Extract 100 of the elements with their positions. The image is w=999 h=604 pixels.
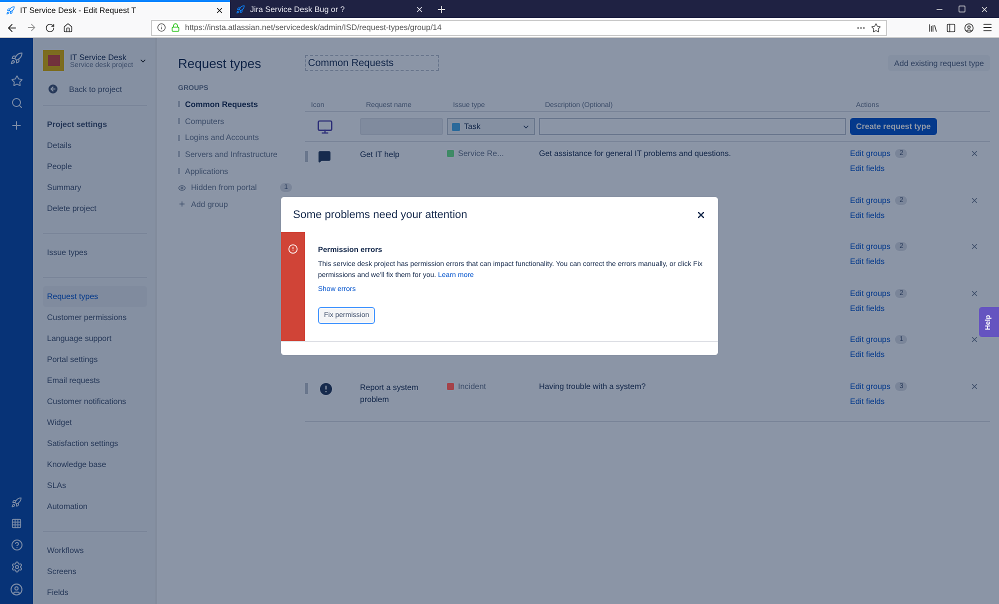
- request-name: Report a system problem: [360, 382, 420, 406]
- monitor-icon[interactable]: [317, 118, 333, 134]
- add-existing-button[interactable]: Add existing request type: [888, 55, 990, 71]
- delete-button[interactable]: [970, 242, 980, 252]
- home-icon[interactable]: [63, 22, 73, 32]
- edit-groups-link[interactable]: Edit groups: [850, 149, 890, 158]
- edit-fields-link[interactable]: Edit fields: [850, 164, 965, 173]
- request-name: Get IT help: [360, 149, 400, 161]
- checkbox-icon: [452, 122, 460, 130]
- drag-handle-icon: [178, 151, 180, 158]
- sidebar-item[interactable]: Workflows: [43, 540, 148, 561]
- star-icon[interactable]: [10, 75, 22, 87]
- library-icon[interactable]: [928, 22, 938, 32]
- plus-icon: [178, 200, 186, 208]
- add-group-link[interactable]: Add group: [178, 196, 292, 213]
- help-icon[interactable]: [10, 539, 22, 551]
- drag-handle-icon: [305, 383, 308, 394]
- chat-icon: [318, 150, 331, 162]
- back-icon[interactable]: [6, 22, 18, 34]
- sidebar-item[interactable]: Language support: [43, 328, 148, 349]
- account-icon[interactable]: [964, 22, 974, 32]
- sidebar-item[interactable]: Details: [43, 135, 148, 156]
- edit-groups-link[interactable]: Edit groups: [850, 288, 890, 298]
- avatar-icon[interactable]: [10, 583, 23, 596]
- new-tab-icon[interactable]: [436, 4, 447, 14]
- sidebar-item[interactable]: Request types: [43, 286, 148, 307]
- back-icon: [47, 83, 59, 95]
- drag-handle-icon: [178, 101, 180, 108]
- close-button[interactable]: [696, 210, 706, 220]
- bookmark-icon[interactable]: [871, 22, 881, 32]
- edit-fields-link[interactable]: Edit fields: [850, 350, 965, 359]
- address-bar[interactable]: https://insta.atlassian.net/servicedesk/admin/ISD/request-types/group/14: [151, 20, 887, 36]
- group-item[interactable]: Logins and Accounts: [178, 129, 292, 146]
- sidebar-item[interactable]: Summary: [43, 177, 148, 198]
- edit-groups-link[interactable]: Edit groups: [850, 242, 890, 251]
- delete-button[interactable]: [970, 288, 980, 298]
- settings-icon[interactable]: [10, 561, 22, 573]
- edit-groups-link[interactable]: Edit groups: [850, 335, 890, 344]
- issue-type: Service Re...: [447, 149, 539, 158]
- search-icon[interactable]: [10, 97, 22, 109]
- sidebar-item[interactable]: People: [43, 156, 148, 177]
- browser-tab[interactable]: IT Service Desk - Edit Request T: [0, 0, 230, 18]
- delete-button[interactable]: [970, 382, 980, 392]
- sidebar-item[interactable]: Email requests: [43, 370, 148, 391]
- sidebar-item[interactable]: Portal settings: [43, 349, 148, 370]
- issue-type-select[interactable]: Task: [447, 118, 535, 135]
- delete-button[interactable]: [970, 196, 980, 206]
- menu-icon[interactable]: [982, 22, 993, 33]
- sidebar-item[interactable]: Satisfaction settings: [43, 433, 148, 454]
- grid-icon[interactable]: [11, 518, 22, 529]
- page-title: Request types: [178, 56, 262, 71]
- eye-icon: [178, 184, 186, 192]
- sidebar-item[interactable]: SLAs: [43, 475, 148, 496]
- edit-fields-link[interactable]: Edit fields: [850, 304, 965, 312]
- plus-icon[interactable]: [10, 119, 23, 132]
- sidebar-item[interactable]: Fields: [43, 582, 148, 603]
- sidebar-item[interactable]: Delete project: [43, 198, 148, 219]
- edit-fields-link[interactable]: Edit fields: [850, 257, 965, 266]
- group-name-field[interactable]: Common Requests: [305, 55, 439, 71]
- error-icon: [288, 244, 298, 254]
- edit-fields-link[interactable]: Edit fields: [850, 210, 965, 220]
- sidebar-item[interactable]: Knowledge base: [43, 454, 148, 475]
- sidebar-item[interactable]: Customer notifications: [43, 391, 148, 412]
- sidebar-item[interactable]: Widget: [43, 412, 148, 433]
- logo-icon[interactable]: [10, 52, 23, 65]
- rocket-icon[interactable]: [11, 497, 22, 508]
- description: Having trouble with a system?: [539, 382, 647, 390]
- sidebar-icon[interactable]: [946, 22, 956, 32]
- delete-button[interactable]: [970, 149, 980, 159]
- sidebar-item[interactable]: Customer permissions: [43, 307, 148, 328]
- alert-icon: [318, 380, 334, 396]
- drag-handle-icon: [305, 150, 308, 162]
- drag-handle-icon: [178, 168, 180, 174]
- issue-type: Incident: [447, 382, 539, 390]
- group-item[interactable]: Computers: [178, 112, 292, 130]
- create-request-type-button[interactable]: Create request type: [850, 118, 937, 135]
- delete-button[interactable]: [970, 335, 980, 345]
- group-item[interactable]: Servers and Infrastructure: [178, 146, 292, 163]
- section-heading: Project settings: [46, 119, 108, 131]
- edit-fields-link[interactable]: Edit fields: [850, 396, 965, 406]
- browser-tab[interactable]: Jira Service Desk Bug or ?: [230, 0, 430, 18]
- edit-groups-link[interactable]: Edit groups: [850, 382, 890, 390]
- reload-icon[interactable]: [45, 22, 55, 32]
- sidebar-item[interactable]: Screens: [43, 561, 148, 582]
- info-icon: [157, 23, 166, 32]
- sidebar-item[interactable]: Automation: [43, 496, 148, 517]
- group-item[interactable]: Applications: [178, 162, 292, 180]
- description-field[interactable]: [539, 118, 846, 135]
- project-avatar: [43, 50, 64, 71]
- forward-icon[interactable]: [26, 22, 37, 33]
- edit-groups-link[interactable]: Edit groups: [850, 196, 890, 204]
- description: Get assistance for general IT problems and questions.: [539, 149, 732, 158]
- project-name: IT Service Desk: [70, 52, 126, 62]
- maximize-icon[interactable]: [958, 5, 966, 13]
- group-item[interactable]: Common Requests: [178, 96, 292, 113]
- sidebar-item[interactable]: Issue types: [43, 242, 148, 263]
- drag-handle-icon: [178, 118, 180, 124]
- lock-icon: [171, 23, 180, 32]
- back-link[interactable]: Back to project: [47, 83, 148, 95]
- close-icon[interactable]: [215, 6, 224, 14]
